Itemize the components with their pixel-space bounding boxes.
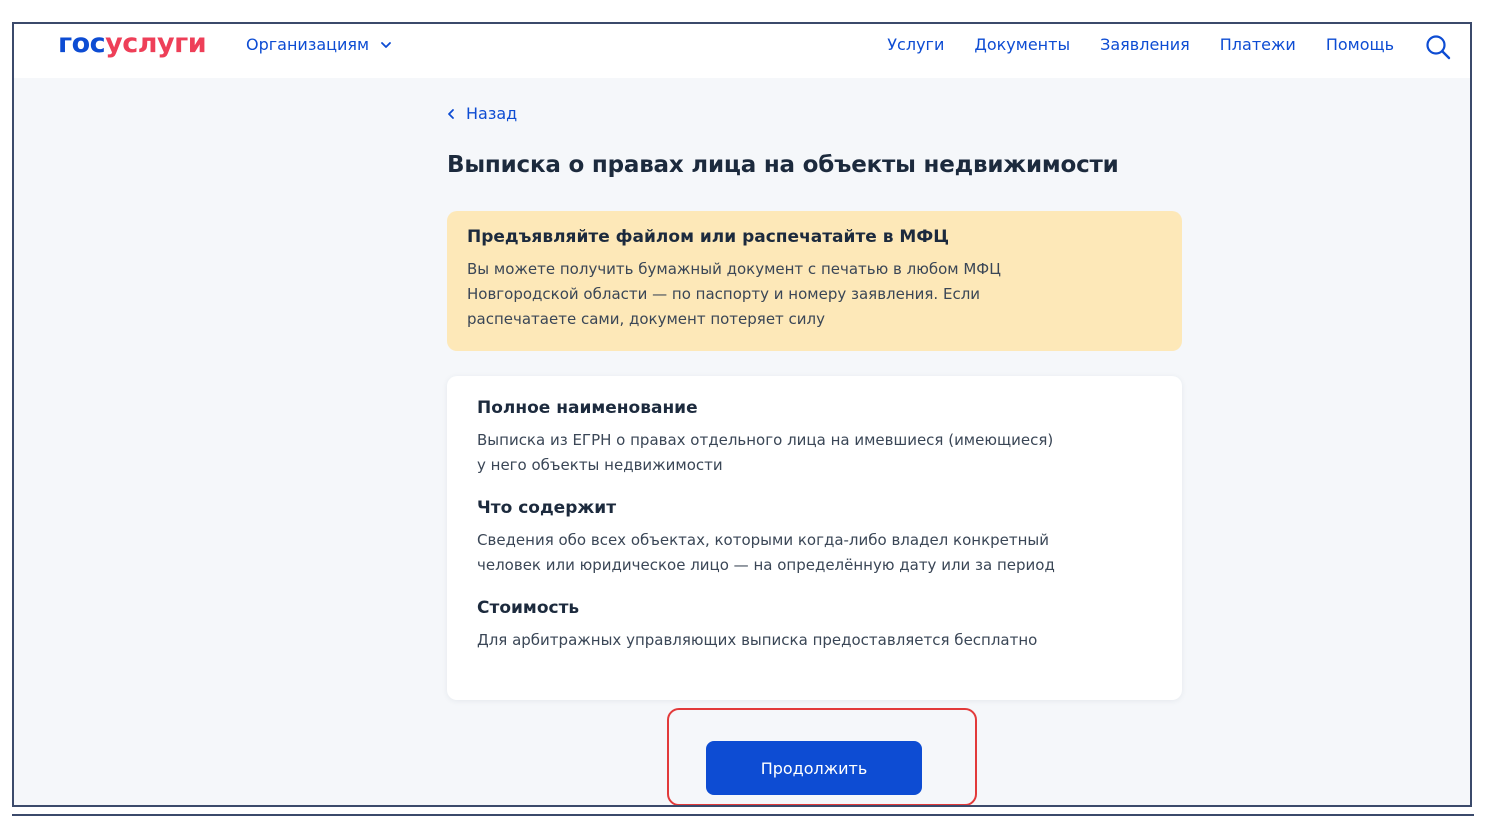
- section-line: человек или юридическое лицо — на опреде…: [477, 556, 1055, 574]
- notice-title: Предъявляйте файлом или распечатайте в М…: [467, 227, 949, 247]
- header: госуслуги Организациям Услуги Документы …: [14, 24, 1470, 78]
- nav-item-documents[interactable]: Документы: [974, 35, 1070, 54]
- back-link-label: Назад: [466, 104, 518, 123]
- section-text: Выписка из ЕГРН о правах отдельного лица…: [477, 428, 1152, 478]
- chevron-down-icon: [381, 41, 392, 48]
- page-title: Выписка о правах лица на объекты недвижи…: [447, 152, 1119, 178]
- section-full-name: Полное наименование Выписка из ЕГРН о пр…: [477, 398, 1152, 478]
- section-line: Сведения обо всех объектах, которыми ког…: [477, 531, 1050, 549]
- section-text: Для арбитражных управляющих выписка пред…: [477, 628, 1152, 653]
- organizations-menu[interactable]: Организациям: [246, 35, 393, 54]
- notice-line: Вы можете получить бумажный документ с п…: [467, 260, 1001, 278]
- nav-item-help[interactable]: Помощь: [1326, 35, 1394, 54]
- top-nav: Услуги Документы Заявления Платежи Помощ…: [887, 35, 1394, 54]
- search-icon[interactable]: [1424, 33, 1452, 61]
- notice-line: распечатаете сами, документ потеряет сил…: [467, 310, 826, 328]
- gosuslugi-logo[interactable]: госуслуги: [58, 28, 207, 59]
- nav-item-applications[interactable]: Заявления: [1100, 35, 1190, 54]
- logo-part-uslugi: услуги: [105, 28, 207, 59]
- section-cost: Стоимость Для арбитражных управляющих вы…: [477, 598, 1152, 653]
- notice-banner: Предъявляйте файлом или распечатайте в М…: [447, 211, 1182, 351]
- section-title: Стоимость: [477, 598, 580, 618]
- back-link[interactable]: Назад: [446, 104, 517, 123]
- nav-item-services[interactable]: Услуги: [887, 35, 944, 54]
- notice-line: Новгородской области — по паспорту и ном…: [467, 285, 981, 303]
- section-line: Для арбитражных управляющих выписка пред…: [477, 631, 1038, 649]
- browser-frame: госуслуги Организациям Услуги Документы …: [12, 22, 1472, 807]
- section-line: у него объекты недвижимости: [477, 456, 723, 474]
- chevron-left-icon: [448, 108, 454, 119]
- section-line: Выписка из ЕГРН о правах отдельного лица…: [477, 431, 1054, 449]
- section-text: Сведения обо всех объектах, которыми ког…: [477, 528, 1152, 578]
- organizations-menu-label: Организациям: [246, 35, 370, 54]
- service-info-card: Полное наименование Выписка из ЕГРН о пр…: [447, 376, 1182, 700]
- section-title: Что содержит: [477, 498, 617, 518]
- frame-bottom-line: [12, 814, 1474, 816]
- continue-button[interactable]: Продолжить: [706, 741, 922, 795]
- logo-part-gos: гос: [58, 28, 106, 59]
- notice-text: Вы можете получить бумажный документ с п…: [467, 257, 1162, 332]
- nav-item-payments[interactable]: Платежи: [1220, 35, 1296, 54]
- section-title: Полное наименование: [477, 398, 698, 418]
- section-contents: Что содержит Сведения обо всех объектах,…: [477, 498, 1152, 578]
